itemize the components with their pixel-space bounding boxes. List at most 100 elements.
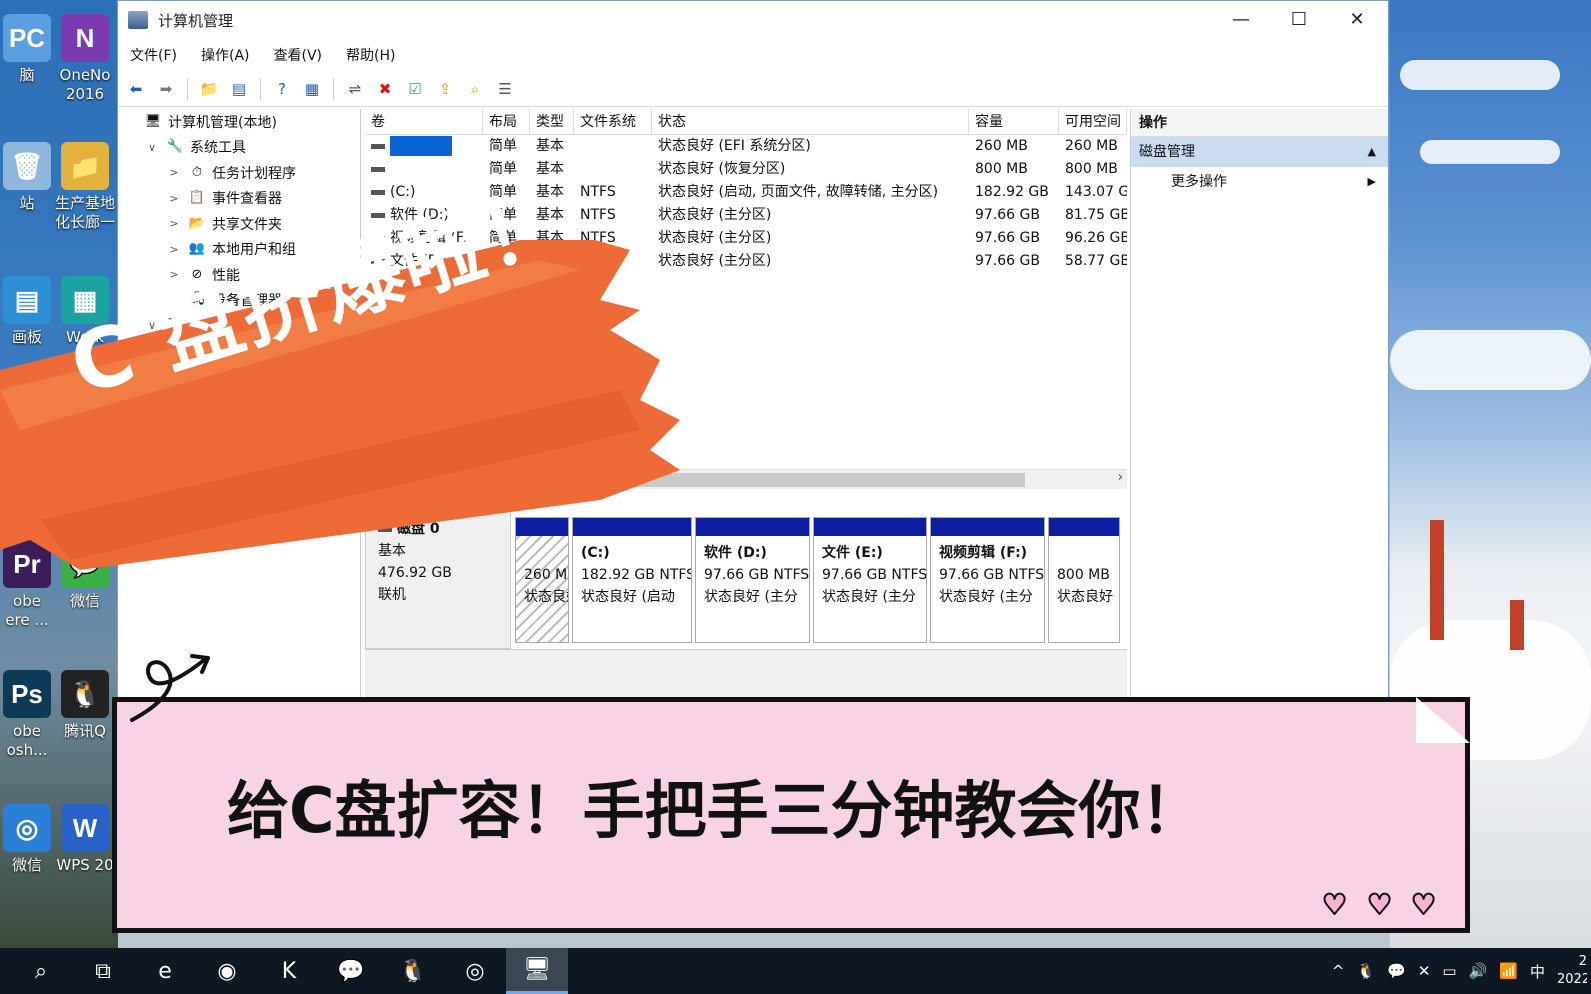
volume-type: 基本 bbox=[536, 138, 564, 154]
tray-icon[interactable]: ^ bbox=[1332, 962, 1345, 980]
volume-capacity: 800 MB bbox=[975, 161, 1028, 177]
volume-free-space: 58.77 GB bbox=[1065, 253, 1127, 269]
disk-partition[interactable]: 文件 (E:) 97.66 GB NTFS 状态良好 (主分 bbox=[813, 517, 927, 643]
tray-icon[interactable]: ▭ bbox=[1442, 962, 1456, 980]
tray-icon[interactable]: 中 bbox=[1530, 961, 1545, 982]
desktop-shortcut-label: 微信 bbox=[11, 856, 42, 874]
kugou-icon[interactable]: K bbox=[258, 948, 320, 994]
volume-name-cell bbox=[365, 158, 483, 181]
desktop-shortcut[interactable]: 📁 生产基地 化长廊一 bbox=[50, 142, 120, 232]
partition-title bbox=[1057, 542, 1119, 564]
volume-capacity: 97.66 GB bbox=[975, 207, 1040, 223]
partition-status: 状态良好 (主分 bbox=[822, 589, 916, 605]
desktop-shortcut-icon: 🗑 bbox=[3, 142, 51, 190]
collapse-up-icon[interactable]: ▲ bbox=[1368, 137, 1376, 167]
system-tray: ^ 🐧 💬 ✕ ▭ 🔊 📶 中 2 2022 bbox=[1332, 948, 1591, 994]
partition-status: 状态良好 (主分 bbox=[704, 589, 798, 605]
computer-management-icon[interactable]: 🖥 bbox=[506, 948, 568, 994]
column-header-type[interactable]: 类型 bbox=[530, 109, 574, 134]
menu-bar: 文件(F) 操作(A) 查看(V) 帮助(H) bbox=[118, 39, 1388, 71]
tree-item[interactable]: > 📂 共享文件夹 bbox=[118, 211, 360, 237]
desktop-shortcut-icon: 🐧 bbox=[61, 670, 109, 718]
maximize-button[interactable]: ☐ bbox=[1272, 5, 1326, 35]
volume-row[interactable]: 简单 基本 状态良好 (EFI 系统分区) 260 MB 260 MB bbox=[365, 135, 1127, 158]
column-header-capacity[interactable]: 容量 bbox=[969, 109, 1059, 134]
volume-filesystem bbox=[574, 158, 652, 181]
search-icon[interactable]: ⌕ bbox=[463, 77, 487, 101]
volume-row[interactable]: 简单 基本 状态良好 (恢复分区) 800 MB 800 MB bbox=[365, 158, 1127, 181]
connect-icon[interactable]: ⇌ bbox=[343, 77, 367, 101]
partition-title: 视频剪辑 (F:) bbox=[939, 545, 1028, 561]
column-header-free-space[interactable]: 可用空间 bbox=[1059, 109, 1127, 134]
help-icon[interactable]: ? bbox=[270, 77, 294, 101]
qq-icon[interactable]: 🐧 bbox=[382, 948, 444, 994]
desktop-shortcut-icon: ◎ bbox=[3, 804, 51, 852]
tree-expander-icon[interactable]: > bbox=[166, 166, 182, 179]
partition-details: 软件 (D:) 97.66 GB NTFS 状态良好 (主分 bbox=[696, 536, 809, 608]
menu-file[interactable]: 文件(F) bbox=[130, 45, 177, 65]
close-button[interactable]: ✕ bbox=[1330, 5, 1384, 35]
column-header-filesystem[interactable]: 文件系统 bbox=[574, 109, 652, 134]
column-header-status[interactable]: 状态 bbox=[652, 109, 969, 134]
tree-item-label: 共享文件夹 bbox=[212, 216, 282, 233]
tray-icon[interactable]: 💬 bbox=[1387, 962, 1406, 980]
taskbar-apps: ⌕ ⧉ e ◉ K 💬 🐧 ◎ 🖥 bbox=[10, 948, 568, 994]
tray-icon[interactable]: 🐧 bbox=[1356, 962, 1375, 980]
tree-item[interactable]: ∨ 🔧 系统工具 bbox=[118, 135, 360, 161]
volume-icon bbox=[371, 212, 385, 218]
taskbar: ⌕ ⧉ e ◉ K 💬 🐧 ◎ 🖥 ^ 🐧 💬 ✕ ▭ 🔊 📶 中 2 2022 bbox=[0, 948, 1591, 994]
volume-name-selected[interactable] bbox=[390, 136, 452, 156]
desktop-shortcut-label: 微信 bbox=[69, 592, 100, 610]
tree-item[interactable]: 🖥 计算机管理(本地) bbox=[118, 109, 360, 135]
column-header-volume[interactable]: 卷 bbox=[365, 109, 483, 134]
action-section-disk-management[interactable]: 磁盘管理 ▲ bbox=[1131, 137, 1388, 167]
up-folder-icon[interactable]: 📁 bbox=[197, 77, 221, 101]
tray-icon[interactable]: ✕ bbox=[1418, 962, 1431, 980]
task-view-icon[interactable]: ⧉ bbox=[72, 948, 134, 994]
tree-item[interactable]: > ⏱ 任务计划程序 bbox=[118, 160, 360, 186]
partition-status: 状态良好 (主分 bbox=[939, 589, 1033, 605]
disk-partition[interactable]: 软件 (D:) 97.66 GB NTFS 状态良好 (主分 bbox=[695, 517, 810, 643]
properties-pane-icon[interactable]: ▦ bbox=[300, 77, 324, 101]
search-icon[interactable]: ⌕ bbox=[10, 948, 72, 994]
window-titlebar[interactable]: 计算机管理 — ☐ ✕ bbox=[118, 1, 1388, 39]
chrome-icon[interactable]: ◉ bbox=[196, 948, 258, 994]
menu-view[interactable]: 查看(V) bbox=[274, 45, 323, 65]
volume-name-cell bbox=[365, 135, 483, 158]
desktop-shortcut[interactable]: W WPS 20 bbox=[50, 804, 120, 875]
column-header-layout[interactable]: 布局 bbox=[483, 109, 530, 134]
forward-arrow-icon[interactable]: ➡ bbox=[154, 77, 178, 101]
minimize-button[interactable]: — bbox=[1214, 5, 1268, 35]
obs-icon[interactable]: ◎ bbox=[444, 948, 506, 994]
tree-expander-icon[interactable]: > bbox=[166, 192, 182, 205]
delete-icon[interactable]: ✖ bbox=[373, 77, 397, 101]
desktop-shortcut[interactable]: 🐧 腾讯Q bbox=[50, 670, 120, 741]
export-icon[interactable]: ⇪ bbox=[433, 77, 457, 101]
tray-clock[interactable]: 2 2022 bbox=[1557, 953, 1587, 989]
desktop-shortcut[interactable]: N OneNo 2016 bbox=[50, 14, 120, 104]
partition-header-bar bbox=[1049, 518, 1119, 536]
back-arrow-icon[interactable]: ⬅ bbox=[124, 77, 148, 101]
checklist-icon[interactable]: ☑ bbox=[403, 77, 427, 101]
menu-help[interactable]: 帮助(H) bbox=[346, 45, 395, 65]
volume-filesystem bbox=[574, 135, 652, 158]
tray-icon[interactable]: 🔊 bbox=[1469, 962, 1488, 980]
wechat-icon[interactable]: 💬 bbox=[320, 948, 382, 994]
tray-icon[interactable]: 📶 bbox=[1499, 962, 1518, 980]
show-pane-icon[interactable]: ▤ bbox=[227, 77, 251, 101]
volume-free-space: 96.26 GB bbox=[1065, 230, 1127, 246]
tree-expander-icon[interactable]: ∨ bbox=[144, 141, 160, 154]
disk-partition[interactable]: 视频剪辑 (F:) 97.66 GB NTFS 状态良好 (主分 bbox=[930, 517, 1045, 643]
scroll-right-icon[interactable]: › bbox=[1118, 470, 1123, 485]
tree-expander-icon[interactable]: > bbox=[166, 217, 182, 230]
wallpaper-cloud bbox=[1420, 140, 1560, 164]
partition-details: 视频剪辑 (F:) 97.66 GB NTFS 状态良好 (主分 bbox=[931, 536, 1044, 608]
menu-action[interactable]: 操作(A) bbox=[201, 45, 250, 65]
tree-item[interactable]: > 📋 事件查看器 bbox=[118, 186, 360, 212]
disk-partition[interactable]: 800 MB 状态良好 bbox=[1048, 517, 1120, 643]
action-more-actions[interactable]: 更多操作 ▶ bbox=[1131, 167, 1388, 197]
tree-item-label: 事件查看器 bbox=[212, 191, 282, 208]
list-view-icon[interactable]: ☰ bbox=[493, 77, 517, 101]
volume-name: (C:) bbox=[390, 184, 416, 200]
edge-icon[interactable]: e bbox=[134, 948, 196, 994]
